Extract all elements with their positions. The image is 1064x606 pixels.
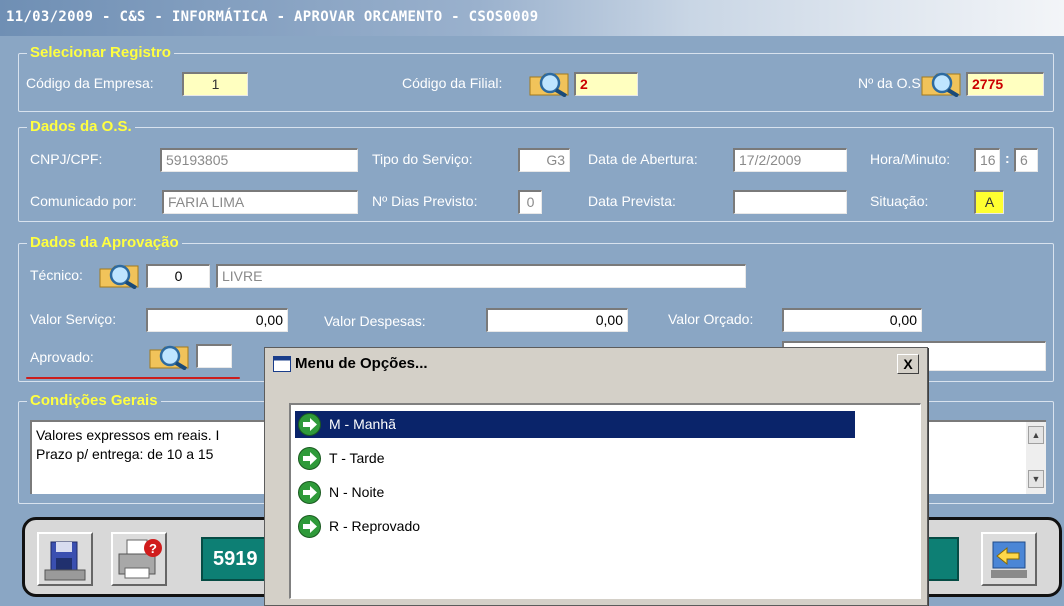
- filial-field[interactable]: 2: [574, 72, 638, 96]
- valor-servico-field[interactable]: 0,00: [146, 308, 288, 332]
- hora-field[interactable]: 16: [974, 148, 1000, 172]
- scroll-up-icon[interactable]: ▲: [1028, 426, 1044, 444]
- green-arrow-icon: [298, 515, 321, 538]
- options-list: M - Manhã T - Tarde N - Noite R - Reprov…: [289, 403, 921, 599]
- cnpj-field[interactable]: 59193805: [160, 148, 358, 172]
- option-label: R - Reprovado: [329, 518, 421, 534]
- tipo-servico-field[interactable]: G3: [518, 148, 570, 172]
- green-arrow-icon: [298, 447, 321, 470]
- data-abertura-field[interactable]: 17/2/2009: [733, 148, 847, 172]
- options-dialog: Menu de Opções... X M - Manhã T - Tarde …: [264, 347, 928, 606]
- data-prevista-field[interactable]: [733, 190, 847, 214]
- print-button[interactable]: ?: [111, 532, 167, 586]
- hora-minuto-label: Hora/Minuto:: [870, 151, 951, 167]
- valor-despesas-label: Valor Despesas:: [324, 313, 426, 329]
- group-legend-dados-os: Dados da O.S.: [30, 118, 132, 135]
- aprovado-field[interactable]: [196, 344, 232, 368]
- comunicado-field[interactable]: FARIA LIMA: [162, 190, 358, 214]
- option-reprovado[interactable]: R - Reprovado: [295, 513, 855, 540]
- data-prevista-label: Data Prevista:: [588, 193, 676, 209]
- dialog-title: Menu de Opções...: [295, 355, 428, 372]
- os-number-label: Nº da O.S.:: [858, 75, 929, 91]
- save-disk-icon: [44, 541, 86, 581]
- memo-scrollbar[interactable]: ▲ ▼: [1026, 422, 1046, 494]
- empresa-field[interactable]: 1: [182, 72, 248, 96]
- data-abertura-label: Data de Abertura:: [588, 151, 698, 167]
- tecnico-name-field[interactable]: LIVRE: [216, 264, 746, 288]
- dias-previsto-label: Nº Dias Previsto:: [372, 193, 478, 209]
- option-noite[interactable]: N - Noite: [295, 479, 855, 506]
- scroll-down-icon[interactable]: ▼: [1028, 470, 1044, 488]
- window-title: 11/03/2009 - C&S - INFORMÁTICA - APROVAR…: [6, 9, 539, 25]
- option-label: N - Noite: [329, 484, 385, 500]
- aprovado-underline: [26, 377, 240, 379]
- filial-search-folder-icon[interactable]: [528, 69, 574, 97]
- group-legend-aprovacao: Dados da Aprovação: [30, 234, 179, 251]
- code-display: 5919: [201, 537, 271, 581]
- empresa-label: Código da Empresa:: [26, 75, 154, 91]
- comunicado-label: Comunicado por:: [30, 193, 137, 209]
- valor-orcado-label: Valor Orçado:: [668, 311, 754, 327]
- exit-icon: [991, 541, 1027, 578]
- group-legend-selecionar: Selecionar Registro: [30, 44, 171, 61]
- dialog-titlebar[interactable]: Menu de Opções... X: [267, 351, 925, 377]
- exit-button[interactable]: [981, 532, 1037, 586]
- save-button[interactable]: [37, 532, 93, 586]
- option-tarde[interactable]: T - Tarde: [295, 445, 855, 472]
- dias-previsto-field[interactable]: 0: [518, 190, 542, 214]
- group-legend-condicoes: Condições Gerais: [30, 392, 158, 409]
- os-search-folder-icon[interactable]: [920, 69, 966, 97]
- os-number-field[interactable]: 2775: [966, 72, 1044, 96]
- aprovado-label: Aprovado:: [30, 349, 94, 365]
- green-arrow-icon: [298, 413, 321, 436]
- tecnico-code-field[interactable]: 0: [146, 264, 210, 288]
- dialog-close-button[interactable]: X: [897, 354, 919, 374]
- option-label: T - Tarde: [329, 450, 385, 466]
- window-titlebar: 11/03/2009 - C&S - INFORMÁTICA - APROVAR…: [0, 0, 1064, 36]
- tecnico-label: Técnico:: [30, 267, 83, 283]
- print-help-icon: ?: [118, 539, 162, 579]
- tecnico-search-folder-icon[interactable]: [98, 261, 144, 289]
- filial-label: Código da Filial:: [402, 75, 503, 91]
- situacao-label: Situação:: [870, 193, 929, 209]
- svg-text:?: ?: [149, 541, 157, 556]
- option-label: M - Manhã: [329, 416, 396, 432]
- aprovado-search-folder-icon[interactable]: [148, 342, 194, 370]
- option-manha[interactable]: M - Manhã: [295, 411, 855, 438]
- valor-despesas-field[interactable]: 0,00: [486, 308, 628, 332]
- green-arrow-icon: [298, 481, 321, 504]
- valor-orcado-field[interactable]: 0,00: [782, 308, 922, 332]
- minuto-field[interactable]: 6: [1014, 148, 1038, 172]
- hora-separator: :: [1005, 150, 1010, 166]
- tipo-servico-label: Tipo do Serviço:: [372, 151, 473, 167]
- window-icon: [273, 356, 291, 372]
- valor-servico-label: Valor Serviço:: [30, 311, 117, 327]
- cnpj-label: CNPJ/CPF:: [30, 151, 103, 167]
- situacao-field[interactable]: A: [974, 190, 1004, 214]
